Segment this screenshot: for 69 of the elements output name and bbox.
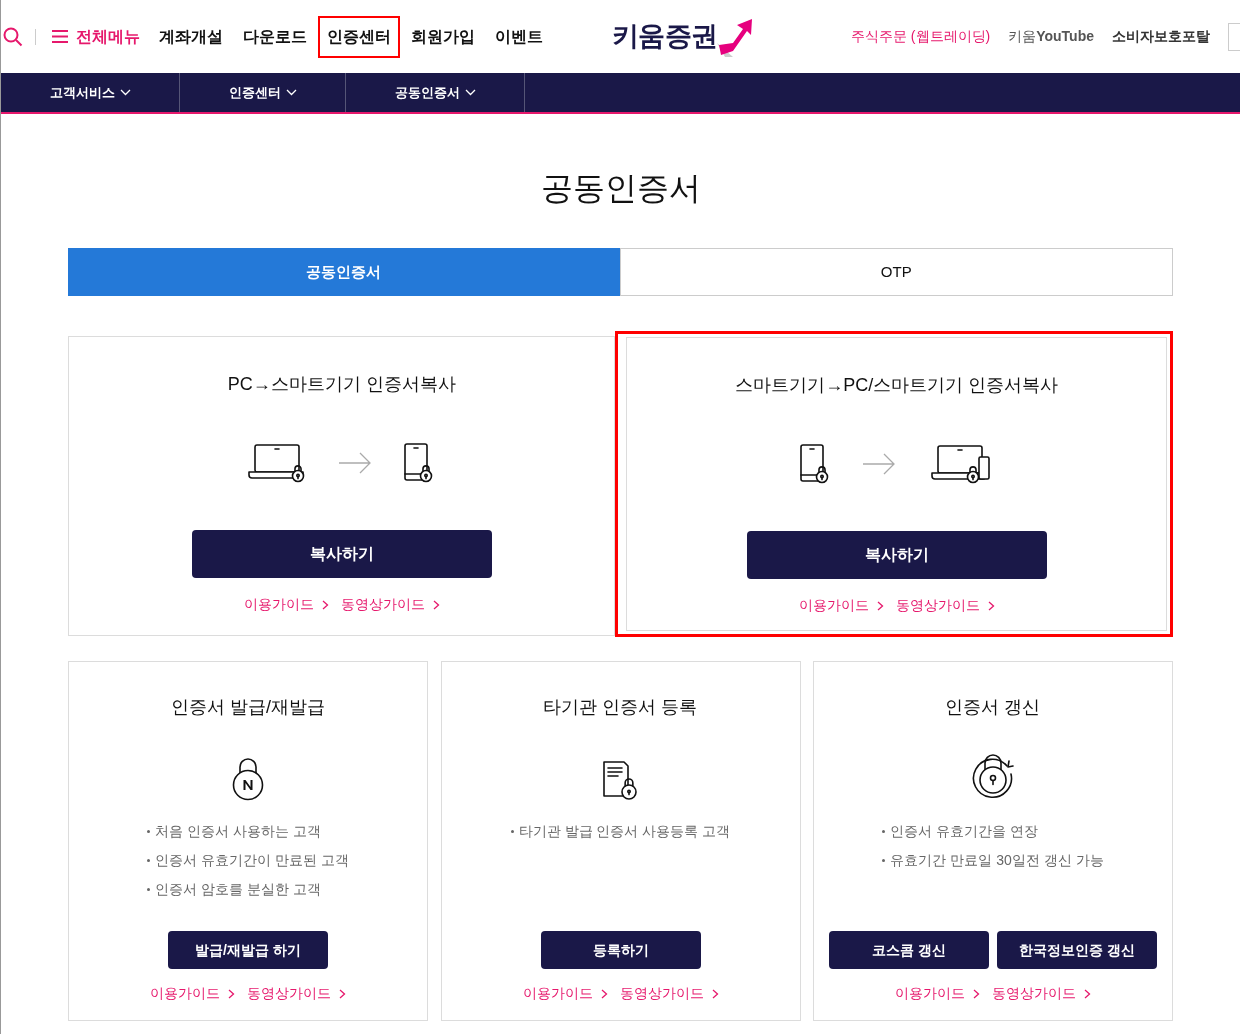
guide-link[interactable]: 이용가이드 — [895, 983, 980, 1004]
bullet-icon — [882, 830, 886, 833]
search-field[interactable] — [1228, 22, 1240, 51]
action-button[interactable]: 한국정보인증 갱신 — [997, 931, 1157, 969]
guide-link[interactable]: 동영상가이드 — [992, 983, 1091, 1004]
chevron-right-icon — [228, 988, 235, 999]
chevron-right-icon — [600, 988, 608, 999]
copy-button[interactable]: 복사하기 — [746, 531, 1047, 579]
card-title: PC→스마트기기 인증서복사 — [227, 373, 456, 396]
bullet-text: 처음 인증서 사용하는 고객 — [155, 822, 321, 841]
bullet-text: 인증서 유효기간을 연장 — [890, 822, 1039, 841]
guide-link[interactable]: 동영상가이드 — [340, 594, 440, 615]
action-button[interactable]: 등록하기 — [540, 931, 701, 969]
chevron-right-icon — [339, 988, 346, 999]
card-title: 인증서 발급/재발급 — [171, 696, 325, 719]
bullet-icon — [147, 830, 151, 833]
guide-link[interactable]: 이용가이드 — [243, 594, 329, 615]
nav-link[interactable]: 회원가입 — [402, 15, 484, 58]
card-title: 타기관 인증서 등록 — [543, 696, 698, 719]
breadcrumb-dropdown[interactable]: 인증센터 — [180, 73, 346, 112]
bullet-icon — [147, 888, 151, 891]
all-menu-button[interactable]: 전체메뉴 — [52, 24, 140, 49]
nav-link[interactable]: 인증센터 — [318, 15, 400, 58]
bullet-text: 인증서 암호를 분실한 고객 — [155, 880, 321, 899]
utility-link[interactable]: 소비자보호포탈 — [1112, 26, 1210, 47]
chevron-right-icon — [321, 599, 329, 610]
logo[interactable]: 키움증권 — [612, 16, 754, 57]
chevron-right-icon — [876, 600, 884, 611]
card-title: 인증서 갱신 — [945, 696, 1041, 719]
chevron-down-icon — [285, 89, 297, 96]
nav-link[interactable]: 다운로드 — [234, 15, 316, 58]
chevron-right-icon — [432, 599, 440, 610]
chevron-right-icon — [987, 600, 995, 611]
action-button[interactable]: 발급/재발급 하기 — [168, 931, 328, 969]
bullet-text: 인증서 유효기간이 만료된 고객 — [155, 851, 349, 870]
nav-link[interactable]: 계좌개설 — [150, 15, 232, 58]
bullet-icon — [147, 859, 151, 862]
chevron-right-icon — [1084, 988, 1091, 999]
guide-link[interactable]: 동영상가이드 — [895, 595, 995, 616]
bullet-icon — [882, 859, 886, 862]
arrow-icon — [337, 451, 372, 475]
tab[interactable]: 공동인증서 — [68, 248, 620, 296]
tab[interactable]: OTP — [619, 248, 1173, 296]
utility-link[interactable]: 주식주문 (웹트레이딩) — [850, 26, 991, 47]
guide-link[interactable]: 이용가이드 — [798, 595, 884, 616]
chevron-down-icon — [119, 89, 131, 96]
action-button[interactable]: 코스콤 갱신 — [829, 931, 989, 969]
logo-arrow-icon — [717, 16, 754, 57]
nav-link[interactable]: 이벤트 — [486, 15, 552, 58]
menu-icon — [52, 30, 68, 43]
copy-button[interactable]: 복사하기 — [191, 530, 492, 578]
breadcrumb-dropdown[interactable]: 공동인증서 — [346, 73, 525, 112]
guide-link[interactable]: 동영상가이드 — [247, 983, 346, 1004]
page-title: 공동인증서 — [539, 169, 702, 208]
guide-link[interactable]: 이용가이드 — [150, 983, 235, 1004]
breadcrumb-dropdown[interactable]: 고객서비스 — [1, 73, 180, 112]
search-icon[interactable] — [3, 26, 23, 47]
bullet-text: 타기관 발급 인증서 사용등록 고객 — [518, 822, 731, 841]
guide-link[interactable]: 이용가이드 — [522, 983, 608, 1004]
chevron-down-icon — [464, 89, 476, 96]
bullet-icon — [510, 830, 514, 833]
chevron-right-icon — [711, 988, 719, 999]
utility-link[interactable]: 키움YouTube — [1008, 26, 1094, 47]
card-title: 스마트기기→PC/스마트기기 인증서복사 — [735, 374, 1059, 397]
lock-icon — [231, 755, 265, 801]
guide-link[interactable]: 동영상가이드 — [619, 983, 719, 1004]
bullet-text: 유효기간 만료일 30일전 갱신 가능 — [890, 851, 1104, 870]
arrow-icon — [861, 452, 896, 476]
chevron-right-icon — [973, 988, 980, 999]
